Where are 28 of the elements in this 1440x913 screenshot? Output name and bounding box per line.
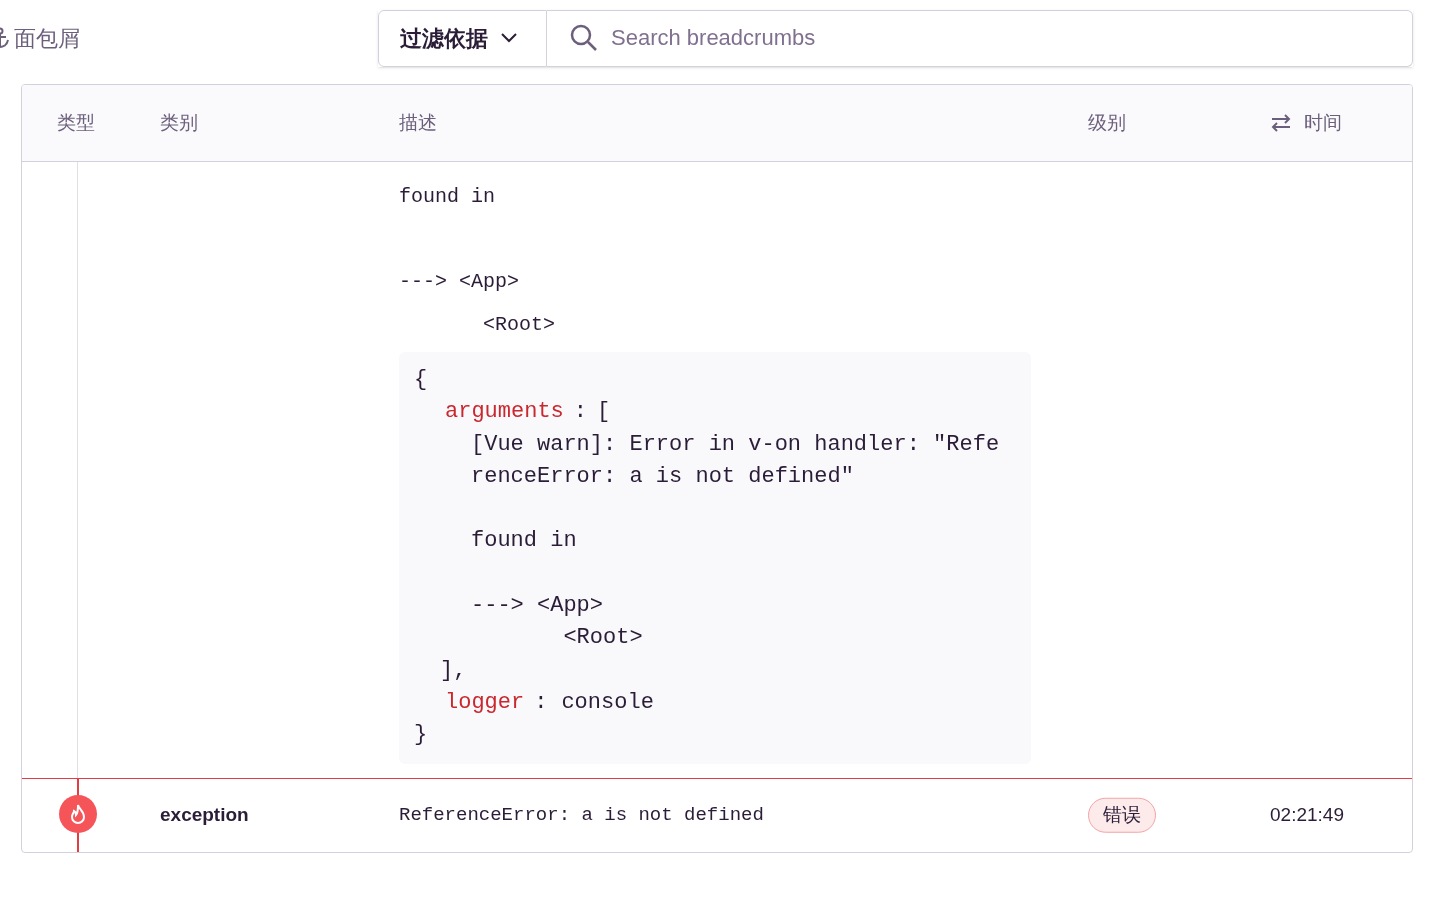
chevron-down-icon [500, 32, 518, 44]
column-header: 级别 [1088, 110, 1126, 135]
data-value: console [561, 688, 654, 717]
search-icon [569, 22, 599, 53]
data-key: arguments [445, 396, 564, 429]
separator-text: : [534, 688, 548, 717]
bracket-text: ], [440, 657, 467, 683]
section-title: 面包屑 [14, 24, 80, 53]
data-key: logger [445, 686, 525, 720]
brace-text: } [414, 722, 428, 748]
category-text: exception [160, 802, 249, 827]
flame-icon [58, 793, 98, 834]
search-field[interactable]: Search breadcrumbs [547, 9, 1413, 67]
column-header: 描述 [399, 110, 437, 135]
data-value: [Vue warn]: Error in v-on handler: "ReferenceError: a is not defined" found in ---> <App> <Root> [471, 430, 1000, 653]
message-text: ReferenceError: a is not defined [399, 802, 764, 828]
breadcrumb-row[interactable]: exception ReferenceError: a is not defined 错误 02:21:49 [22, 777, 1412, 852]
column-header[interactable]: 时间 [1304, 108, 1342, 138]
bracket-text: [ [597, 398, 611, 427]
time-text: 02:21:49 [1270, 802, 1344, 827]
separator-text: : [573, 398, 588, 427]
level-badge: 错误 [1088, 797, 1156, 833]
column-header: 类别 [160, 110, 198, 135]
swap-icon [1270, 113, 1292, 133]
column-header: 类型 [57, 110, 95, 135]
filter-dropdown[interactable]: 过滤依据 [378, 9, 547, 67]
brace-text: { [414, 367, 428, 392]
message-text: found in ---> <App> <Root> [399, 184, 557, 338]
